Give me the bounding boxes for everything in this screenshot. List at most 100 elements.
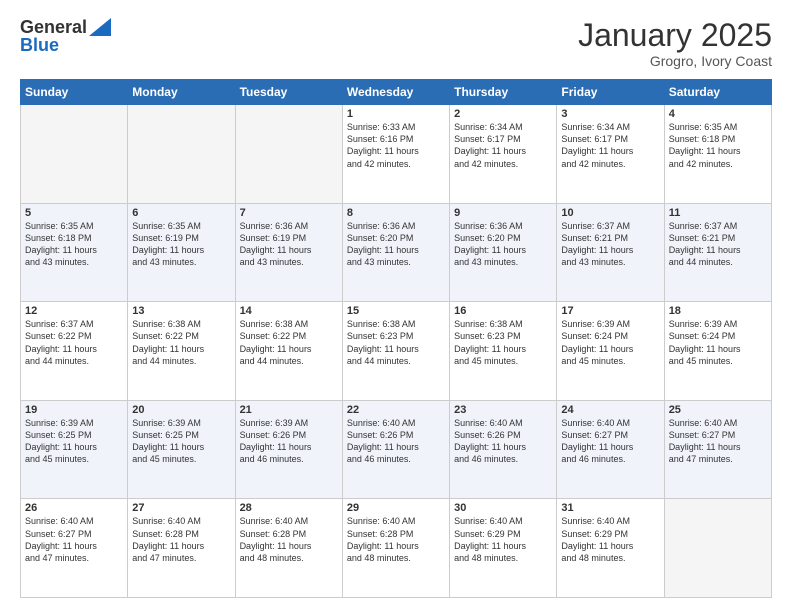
day-info: Sunrise: 6:36 AM Sunset: 6:20 PM Dayligh…	[347, 220, 445, 269]
day-info: Sunrise: 6:39 AM Sunset: 6:25 PM Dayligh…	[132, 417, 230, 466]
day-number: 9	[454, 207, 552, 219]
calendar-day-cell: 31Sunrise: 6:40 AM Sunset: 6:29 PM Dayli…	[557, 499, 664, 598]
calendar-header-friday: Friday	[557, 80, 664, 105]
day-number: 25	[669, 404, 767, 416]
day-info: Sunrise: 6:34 AM Sunset: 6:17 PM Dayligh…	[454, 121, 552, 170]
calendar-day-cell: 8Sunrise: 6:36 AM Sunset: 6:20 PM Daylig…	[342, 203, 449, 302]
logo-icon	[89, 18, 111, 36]
page: General Blue January 2025 Grogro, Ivory …	[0, 0, 792, 612]
calendar-day-cell: 2Sunrise: 6:34 AM Sunset: 6:17 PM Daylig…	[450, 105, 557, 204]
day-info: Sunrise: 6:39 AM Sunset: 6:24 PM Dayligh…	[669, 318, 767, 367]
day-info: Sunrise: 6:37 AM Sunset: 6:21 PM Dayligh…	[561, 220, 659, 269]
header: General Blue January 2025 Grogro, Ivory …	[20, 18, 772, 69]
calendar-week-row: 5Sunrise: 6:35 AM Sunset: 6:18 PM Daylig…	[21, 203, 772, 302]
day-number: 1	[347, 108, 445, 120]
day-info: Sunrise: 6:39 AM Sunset: 6:24 PM Dayligh…	[561, 318, 659, 367]
logo-blue: Blue	[20, 36, 59, 54]
calendar-week-row: 19Sunrise: 6:39 AM Sunset: 6:25 PM Dayli…	[21, 400, 772, 499]
day-number: 14	[240, 305, 338, 317]
calendar-header-wednesday: Wednesday	[342, 80, 449, 105]
calendar-day-cell: 30Sunrise: 6:40 AM Sunset: 6:29 PM Dayli…	[450, 499, 557, 598]
calendar-week-row: 1Sunrise: 6:33 AM Sunset: 6:16 PM Daylig…	[21, 105, 772, 204]
calendar-day-cell: 29Sunrise: 6:40 AM Sunset: 6:28 PM Dayli…	[342, 499, 449, 598]
day-info: Sunrise: 6:40 AM Sunset: 6:26 PM Dayligh…	[454, 417, 552, 466]
calendar-day-cell: 15Sunrise: 6:38 AM Sunset: 6:23 PM Dayli…	[342, 302, 449, 401]
calendar-day-cell: 19Sunrise: 6:39 AM Sunset: 6:25 PM Dayli…	[21, 400, 128, 499]
calendar-day-cell: 9Sunrise: 6:36 AM Sunset: 6:20 PM Daylig…	[450, 203, 557, 302]
day-number: 2	[454, 108, 552, 120]
calendar-day-cell: 28Sunrise: 6:40 AM Sunset: 6:28 PM Dayli…	[235, 499, 342, 598]
day-number: 24	[561, 404, 659, 416]
day-info: Sunrise: 6:40 AM Sunset: 6:26 PM Dayligh…	[347, 417, 445, 466]
calendar-day-cell: 20Sunrise: 6:39 AM Sunset: 6:25 PM Dayli…	[128, 400, 235, 499]
day-number: 20	[132, 404, 230, 416]
calendar-day-cell	[128, 105, 235, 204]
calendar-header-tuesday: Tuesday	[235, 80, 342, 105]
calendar-day-cell: 17Sunrise: 6:39 AM Sunset: 6:24 PM Dayli…	[557, 302, 664, 401]
calendar-day-cell: 25Sunrise: 6:40 AM Sunset: 6:27 PM Dayli…	[664, 400, 771, 499]
day-number: 16	[454, 305, 552, 317]
day-info: Sunrise: 6:38 AM Sunset: 6:23 PM Dayligh…	[454, 318, 552, 367]
day-info: Sunrise: 6:40 AM Sunset: 6:28 PM Dayligh…	[347, 515, 445, 564]
calendar-header-row: SundayMondayTuesdayWednesdayThursdayFrid…	[21, 80, 772, 105]
day-number: 19	[25, 404, 123, 416]
logo: General Blue	[20, 18, 111, 54]
calendar-day-cell: 12Sunrise: 6:37 AM Sunset: 6:22 PM Dayli…	[21, 302, 128, 401]
calendar-day-cell: 10Sunrise: 6:37 AM Sunset: 6:21 PM Dayli…	[557, 203, 664, 302]
calendar-day-cell: 11Sunrise: 6:37 AM Sunset: 6:21 PM Dayli…	[664, 203, 771, 302]
day-info: Sunrise: 6:35 AM Sunset: 6:18 PM Dayligh…	[25, 220, 123, 269]
day-number: 31	[561, 502, 659, 514]
calendar-week-row: 12Sunrise: 6:37 AM Sunset: 6:22 PM Dayli…	[21, 302, 772, 401]
day-info: Sunrise: 6:37 AM Sunset: 6:21 PM Dayligh…	[669, 220, 767, 269]
day-number: 21	[240, 404, 338, 416]
calendar-day-cell: 27Sunrise: 6:40 AM Sunset: 6:28 PM Dayli…	[128, 499, 235, 598]
day-info: Sunrise: 6:40 AM Sunset: 6:27 PM Dayligh…	[561, 417, 659, 466]
day-info: Sunrise: 6:35 AM Sunset: 6:19 PM Dayligh…	[132, 220, 230, 269]
calendar-day-cell: 26Sunrise: 6:40 AM Sunset: 6:27 PM Dayli…	[21, 499, 128, 598]
calendar-day-cell: 21Sunrise: 6:39 AM Sunset: 6:26 PM Dayli…	[235, 400, 342, 499]
day-number: 3	[561, 108, 659, 120]
day-info: Sunrise: 6:40 AM Sunset: 6:29 PM Dayligh…	[561, 515, 659, 564]
logo-general: General	[20, 18, 87, 36]
location: Grogro, Ivory Coast	[578, 53, 772, 69]
calendar-table: SundayMondayTuesdayWednesdayThursdayFrid…	[20, 79, 772, 598]
calendar-week-row: 26Sunrise: 6:40 AM Sunset: 6:27 PM Dayli…	[21, 499, 772, 598]
calendar-day-cell	[664, 499, 771, 598]
calendar-day-cell: 7Sunrise: 6:36 AM Sunset: 6:19 PM Daylig…	[235, 203, 342, 302]
day-number: 15	[347, 305, 445, 317]
day-info: Sunrise: 6:36 AM Sunset: 6:19 PM Dayligh…	[240, 220, 338, 269]
calendar-day-cell: 24Sunrise: 6:40 AM Sunset: 6:27 PM Dayli…	[557, 400, 664, 499]
calendar-day-cell: 13Sunrise: 6:38 AM Sunset: 6:22 PM Dayli…	[128, 302, 235, 401]
day-number: 17	[561, 305, 659, 317]
day-number: 23	[454, 404, 552, 416]
day-number: 27	[132, 502, 230, 514]
day-number: 11	[669, 207, 767, 219]
day-number: 10	[561, 207, 659, 219]
day-info: Sunrise: 6:34 AM Sunset: 6:17 PM Dayligh…	[561, 121, 659, 170]
day-info: Sunrise: 6:37 AM Sunset: 6:22 PM Dayligh…	[25, 318, 123, 367]
day-info: Sunrise: 6:38 AM Sunset: 6:22 PM Dayligh…	[132, 318, 230, 367]
calendar-header-sunday: Sunday	[21, 80, 128, 105]
day-info: Sunrise: 6:39 AM Sunset: 6:26 PM Dayligh…	[240, 417, 338, 466]
calendar-day-cell: 1Sunrise: 6:33 AM Sunset: 6:16 PM Daylig…	[342, 105, 449, 204]
month-title: January 2025	[578, 18, 772, 53]
day-number: 7	[240, 207, 338, 219]
day-number: 18	[669, 305, 767, 317]
day-info: Sunrise: 6:36 AM Sunset: 6:20 PM Dayligh…	[454, 220, 552, 269]
day-info: Sunrise: 6:38 AM Sunset: 6:22 PM Dayligh…	[240, 318, 338, 367]
calendar-day-cell: 4Sunrise: 6:35 AM Sunset: 6:18 PM Daylig…	[664, 105, 771, 204]
day-number: 29	[347, 502, 445, 514]
header-right: January 2025 Grogro, Ivory Coast	[578, 18, 772, 69]
day-info: Sunrise: 6:39 AM Sunset: 6:25 PM Dayligh…	[25, 417, 123, 466]
day-info: Sunrise: 6:35 AM Sunset: 6:18 PM Dayligh…	[669, 121, 767, 170]
day-info: Sunrise: 6:33 AM Sunset: 6:16 PM Dayligh…	[347, 121, 445, 170]
day-info: Sunrise: 6:40 AM Sunset: 6:29 PM Dayligh…	[454, 515, 552, 564]
day-number: 4	[669, 108, 767, 120]
day-info: Sunrise: 6:40 AM Sunset: 6:28 PM Dayligh…	[132, 515, 230, 564]
calendar-day-cell	[235, 105, 342, 204]
calendar-day-cell: 6Sunrise: 6:35 AM Sunset: 6:19 PM Daylig…	[128, 203, 235, 302]
day-info: Sunrise: 6:40 AM Sunset: 6:28 PM Dayligh…	[240, 515, 338, 564]
day-number: 5	[25, 207, 123, 219]
calendar-day-cell: 14Sunrise: 6:38 AM Sunset: 6:22 PM Dayli…	[235, 302, 342, 401]
day-number: 22	[347, 404, 445, 416]
